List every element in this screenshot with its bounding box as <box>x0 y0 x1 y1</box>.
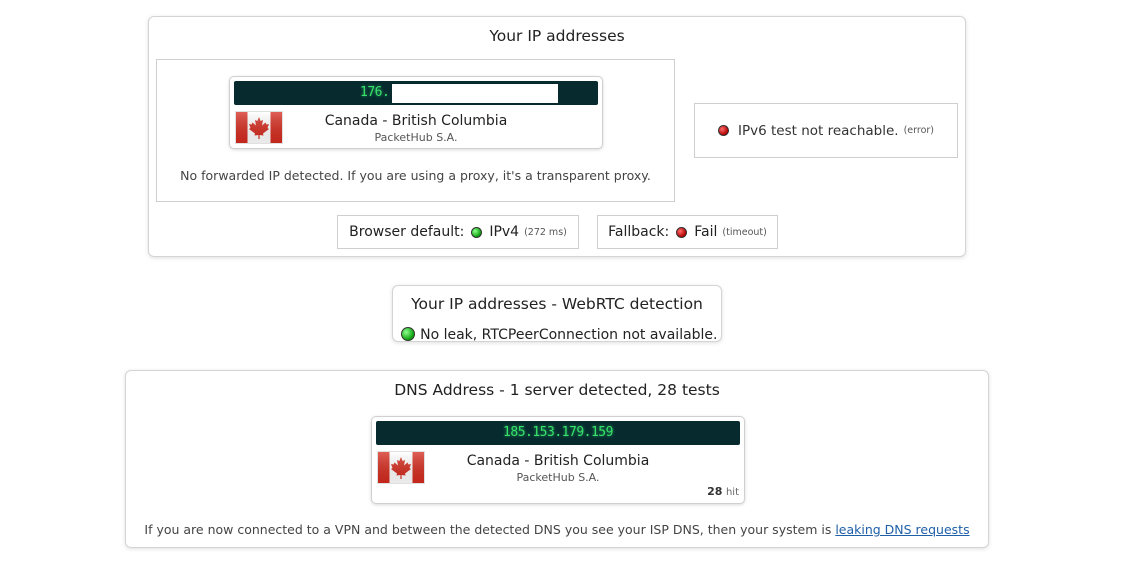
dns-title: DNS Address - 1 server detected, 28 test… <box>394 381 720 399</box>
dns-location: Canada - British Columbia <box>466 453 650 469</box>
dns-panel: DNS Address - 1 server detected, 28 test… <box>125 370 989 548</box>
fallback-box: Fallback: Fail (timeout) <box>597 215 778 249</box>
ipv4-isp: PacketHub S.A. <box>374 131 458 144</box>
ipv4-address-bar: 176. <box>234 81 598 105</box>
dns-leak-note: If you are now connected to a VPN and be… <box>126 522 988 537</box>
browser-default-detail: (272 ms) <box>524 226 567 238</box>
ipv6-status-detail: (error) <box>903 125 935 136</box>
ipv6-status-icon <box>717 125 729 136</box>
ipv4-address: 176. <box>360 85 390 100</box>
ipv4-location: Canada - British Columbia <box>324 113 508 129</box>
browser-default-status-icon <box>471 226 483 238</box>
ipv4-card: 176. Canada - British Columbia PacketHub… <box>229 76 603 149</box>
dns-hit-count: 28 <box>707 485 723 498</box>
ipv6-box: IPv6 test not reachable. (error) <box>694 103 958 158</box>
browser-default-label: Browser default: <box>349 224 465 240</box>
fallback-detail: (timeout) <box>722 226 767 238</box>
dns-isp: PacketHub S.A. <box>516 471 600 484</box>
dns-server-ip: 185.153.179.159 <box>503 425 613 440</box>
ipv4-box: 176. Canada - British Columbia PacketHub… <box>156 59 675 202</box>
fallback-label: Fallback: <box>608 224 670 240</box>
fallback-status-icon <box>676 226 688 238</box>
forwarded-ip-note: No forwarded IP detected. If you are usi… <box>180 168 651 183</box>
dns-hit-label: hit <box>725 487 739 498</box>
ip-addresses-panel: Your IP addresses 176. Canada - British … <box>148 16 966 257</box>
webrtc-status: No leak, RTCPeerConnection not available… <box>401 324 718 343</box>
webrtc-status-text: No leak, RTCPeerConnection not available… <box>420 327 718 343</box>
dns-address-bar: 185.153.179.159 <box>376 421 740 445</box>
webrtc-status-icon <box>401 327 415 341</box>
ipv6-status-text: IPv6 test not reachable. <box>737 122 899 139</box>
fallback-value: Fail <box>694 224 718 240</box>
ip-redaction <box>392 84 558 103</box>
browser-default-value: IPv4 <box>489 224 520 240</box>
dns-hits: 28 hit <box>707 485 739 498</box>
webrtc-panel: Your IP addresses - WebRTC detection No … <box>392 285 722 343</box>
ip-panel-title: Your IP addresses <box>489 27 625 45</box>
leaking-dns-requests-link[interactable]: leaking DNS requests <box>835 522 969 537</box>
dns-leak-note-text: If you are now connected to a VPN and be… <box>144 522 836 537</box>
webrtc-title: Your IP addresses - WebRTC detection <box>411 295 703 313</box>
browser-default-box: Browser default: IPv4 (272 ms) <box>337 215 579 249</box>
dns-server-card: 185.153.179.159 Canada - British Columbi… <box>371 416 745 504</box>
